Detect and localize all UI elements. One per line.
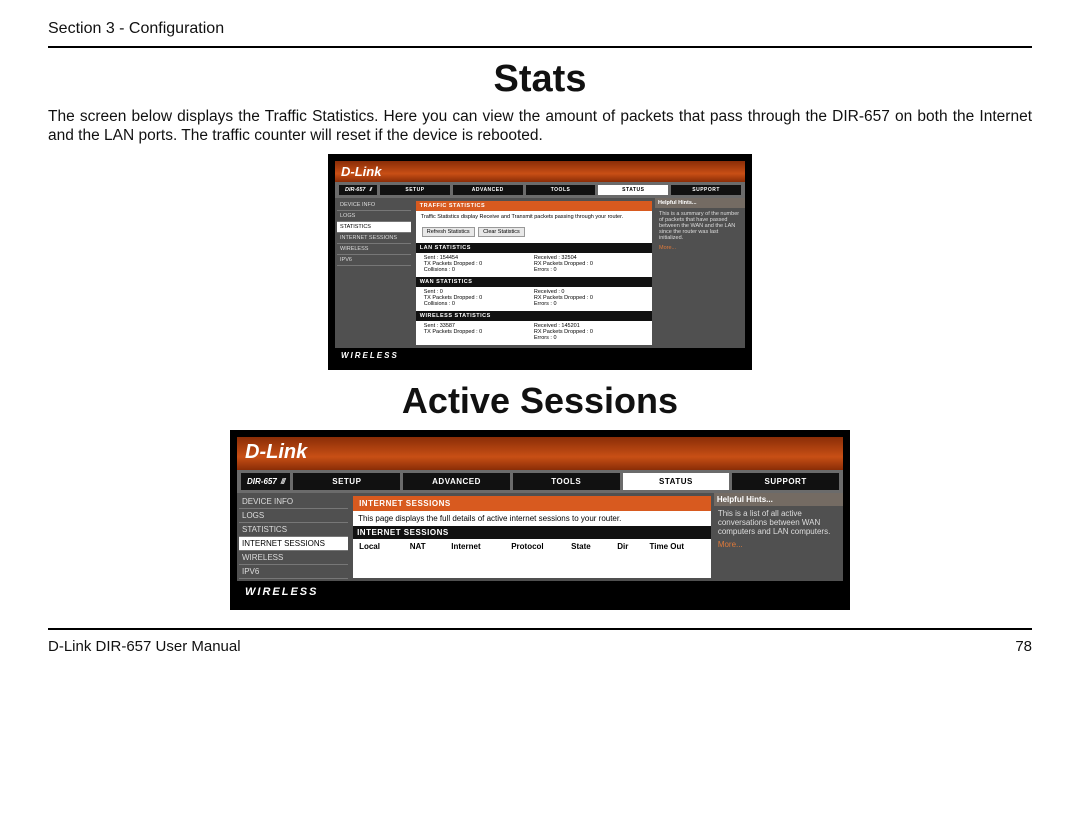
hints-head: Helpful Hints... (655, 198, 745, 208)
sidebar-item-logs[interactable]: LOGS (337, 211, 411, 222)
model-label: DIR-657 /// (339, 185, 377, 195)
stat-cell: Collisions : 0 (424, 267, 534, 273)
sidebar-item-statistics[interactable]: STATISTICS (337, 222, 411, 233)
panel-desc: Traffic Statistics display Receive and T… (416, 211, 652, 223)
page-title-stats: Stats (48, 58, 1032, 101)
sessions-table-head: INTERNET SESSIONS (353, 526, 711, 539)
col-nat: NAT (410, 542, 451, 551)
lan-stats-head: LAN STATISTICS (416, 243, 652, 253)
brand-banner: D-Link (335, 161, 745, 182)
stat-cell (424, 335, 534, 341)
sidebar-item-ipv6[interactable]: IPV6 (239, 565, 348, 579)
page-footer: D-Link DIR-657 User Manual 78 (48, 628, 1032, 655)
col-timeout: Time Out (649, 542, 704, 551)
sidebar: DEVICE INFO LOGS STATISTICS INTERNET SES… (237, 493, 350, 581)
hints-panel: Helpful Hints... This is a list of all a… (714, 493, 843, 581)
col-protocol: Protocol (511, 542, 571, 551)
brand-logo: D-Link (245, 441, 307, 464)
panel-title: TRAFFIC STATISTICS (416, 201, 652, 211)
col-dir: Dir (617, 542, 649, 551)
brand-banner: D-Link (237, 437, 843, 470)
stat-cell: Collisions : 0 (424, 301, 534, 307)
hints-body: This is a summary of the number of packe… (659, 211, 741, 241)
sidebar-item-internet-sessions[interactable]: INTERNET SESSIONS (239, 537, 348, 551)
wan-stats-head: WAN STATISTICS (416, 277, 652, 287)
tab-setup[interactable]: SETUP (380, 185, 450, 195)
router-footer: WIRELESS (335, 348, 745, 363)
tab-support[interactable]: SUPPORT (671, 185, 741, 195)
brand-logo: D-Link (341, 164, 381, 179)
sidebar: DEVICE INFO LOGS STATISTICS INTERNET SES… (335, 198, 413, 348)
nav-tabs: DIR-657 /// SETUP ADVANCED TOOLS STATUS … (237, 470, 843, 493)
wireless-stats-grid: Sent : 33587 Received : 145201 TX Packet… (416, 321, 652, 345)
intro-text: The screen below displays the Traffic St… (48, 107, 1032, 146)
sidebar-item-device-info[interactable]: DEVICE INFO (239, 495, 348, 509)
sidebar-item-ipv6[interactable]: IPV6 (337, 255, 411, 266)
page-title-active-sessions: Active Sessions (48, 380, 1032, 422)
tab-tools[interactable]: TOOLS (526, 185, 596, 195)
sidebar-item-device-info[interactable]: DEVICE INFO (337, 200, 411, 211)
stats-screenshot: D-Link DIR-657 /// SETUP ADVANCED TOOLS … (328, 154, 752, 370)
hints-more-link[interactable]: More... (718, 540, 839, 549)
router-footer: WIRELESS (237, 581, 843, 603)
tab-advanced[interactable]: ADVANCED (453, 185, 523, 195)
model-label: DIR-657 /// (241, 473, 290, 490)
main-panel: TRAFFIC STATISTICS Traffic Statistics di… (416, 201, 652, 345)
sessions-screenshot: D-Link DIR-657 /// SETUP ADVANCED TOOLS … (230, 430, 850, 610)
tab-status[interactable]: STATUS (623, 473, 730, 490)
model-stripes-icon: /// (369, 187, 371, 193)
section-header: Section 3 - Configuration (48, 20, 1032, 48)
main-panel: INTERNET SESSIONS This page displays the… (353, 496, 711, 578)
wan-stats-grid: Sent : 0 Received : 0 TX Packets Dropped… (416, 287, 652, 311)
hints-panel: Helpful Hints... This is a summary of th… (655, 198, 745, 348)
wireless-stats-head: WIRELESS STATISTICS (416, 311, 652, 321)
tab-status[interactable]: STATUS (598, 185, 668, 195)
model-text: DIR-657 (247, 477, 277, 486)
sidebar-item-wireless[interactable]: WIRELESS (239, 551, 348, 565)
sidebar-item-logs[interactable]: LOGS (239, 509, 348, 523)
col-local: Local (359, 542, 410, 551)
tab-tools[interactable]: TOOLS (513, 473, 620, 490)
hints-more-link[interactable]: More... (659, 245, 741, 251)
nav-tabs: DIR-657 /// SETUP ADVANCED TOOLS STATUS … (335, 182, 745, 198)
hints-body: This is a list of all active conversatio… (718, 509, 839, 536)
sidebar-item-internet-sessions[interactable]: INTERNET SESSIONS (337, 233, 411, 244)
sidebar-item-statistics[interactable]: STATISTICS (239, 523, 348, 537)
col-internet: Internet (451, 542, 511, 551)
model-stripes-icon: /// (281, 477, 285, 486)
refresh-button[interactable]: Refresh Statistics (422, 227, 475, 237)
lan-stats-grid: Sent : 154454 Received : 32504 TX Packet… (416, 253, 652, 277)
sessions-columns: Local NAT Internet Protocol State Dir Ti… (353, 539, 711, 557)
stat-cell: Errors : 0 (534, 267, 644, 273)
stat-cell: Errors : 0 (534, 301, 644, 307)
stat-cell: Errors : 0 (534, 335, 644, 341)
panel-desc: This page displays the full details of a… (353, 511, 711, 526)
model-text: DIR-657 (345, 187, 365, 193)
hints-head: Helpful Hints... (714, 493, 843, 506)
panel-title: INTERNET SESSIONS (353, 496, 711, 511)
footer-manual-name: D-Link DIR-657 User Manual (48, 638, 241, 655)
tab-support[interactable]: SUPPORT (732, 473, 839, 490)
tab-advanced[interactable]: ADVANCED (403, 473, 510, 490)
sidebar-item-wireless[interactable]: WIRELESS (337, 244, 411, 255)
tab-setup[interactable]: SETUP (293, 473, 400, 490)
col-state: State (571, 542, 617, 551)
footer-page-number: 78 (1015, 638, 1032, 655)
clear-button[interactable]: Clear Statistics (478, 227, 525, 237)
